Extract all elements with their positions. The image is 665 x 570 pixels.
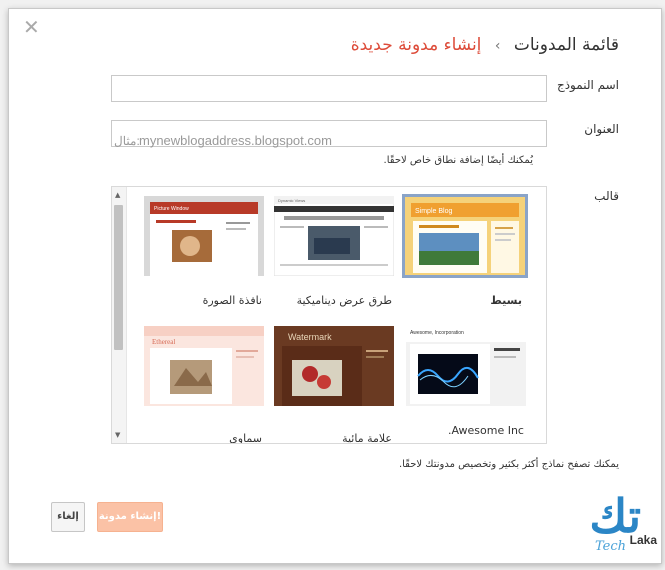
template-dynamic-views-name: طرق عرض ديناميكية [296,294,392,307]
logo-word-tech: Tech [595,539,627,554]
close-icon[interactable]: ✕ [23,17,40,37]
template-watermark-header: Watermark [288,332,332,342]
template-watermark-preview[interactable]: Watermark [272,324,396,408]
template-awesome-inc-header: Awesome, Incorporation [410,330,464,336]
create-blog-button[interactable]: إنشاء مدونة! [97,502,163,532]
template-simple-preview[interactable]: Simple Blog [402,194,528,278]
template-dynamic-views-header: Dynamic Views [278,198,305,203]
template-ethereal-preview[interactable]: Ethereal [142,324,266,408]
breadcrumb: قائمة المدونات › إنشاء مدونة جديدة [351,35,619,55]
custom-domain-hint: يُمكنك أيضًا إضافة نطاق خاص لاحقًا. [383,155,533,166]
template-label: قالب [594,189,619,203]
address-label: العنوان [584,122,619,136]
template-simple-header: Simple Blog [415,208,452,215]
breadcrumb-blog-list[interactable]: قائمة المدونات [514,35,619,55]
template-simple-name: بسيط [490,294,522,307]
browse-more-templates-note: يمكنك تصفح نماذج أكثر بكثير وتخصيص مدونت… [398,459,619,470]
blog-title-input[interactable] [112,76,546,101]
template-ethereal-name: سماوي [229,432,262,444]
template-ethereal-header: Ethereal [152,338,175,346]
template-dynamic-views-preview[interactable]: Dynamic Views [272,194,396,278]
scroll-down-icon[interactable]: ▼ [115,431,120,439]
cancel-button[interactable]: إلغاء [51,502,85,532]
template-awesome-inc-preview[interactable]: Awesome, Incorporation [404,324,528,408]
template-watermark-name: علامة مائية [342,432,392,444]
logo-word-laka: Laka [629,533,657,547]
title-field-wrap [111,75,547,102]
page-title: إنشاء مدونة جديدة [350,35,482,55]
breadcrumb-separator-icon: › [494,38,501,54]
title-label: اسم النموذج [556,78,619,92]
scroll-up-icon[interactable]: ▲ [115,191,120,199]
gallery-scrollbar[interactable]: ▲ ▼ [112,187,127,443]
address-placeholder: mynewblogaddress.blogspot.com [139,133,332,148]
scrollbar-thumb[interactable] [114,205,123,350]
template-awesome-inc-name: Awesome Inc. [447,424,524,437]
template-picture-window-name: نافذة الصورة [202,294,262,307]
template-picture-window-header: Picture Window [154,206,189,212]
create-blog-dialog: ✕ قائمة المدونات › إنشاء مدونة جديدة اسم… [8,8,662,564]
tech-laka-watermark-logo: تك Tech Laka [589,493,657,559]
template-picture-window-preview[interactable]: Picture Window [142,194,266,278]
address-example-prefix: مثال: [114,134,140,148]
template-gallery: ▲ ▼ Simple Blog بسيط Dynamic Views طرق ع… [111,186,547,444]
